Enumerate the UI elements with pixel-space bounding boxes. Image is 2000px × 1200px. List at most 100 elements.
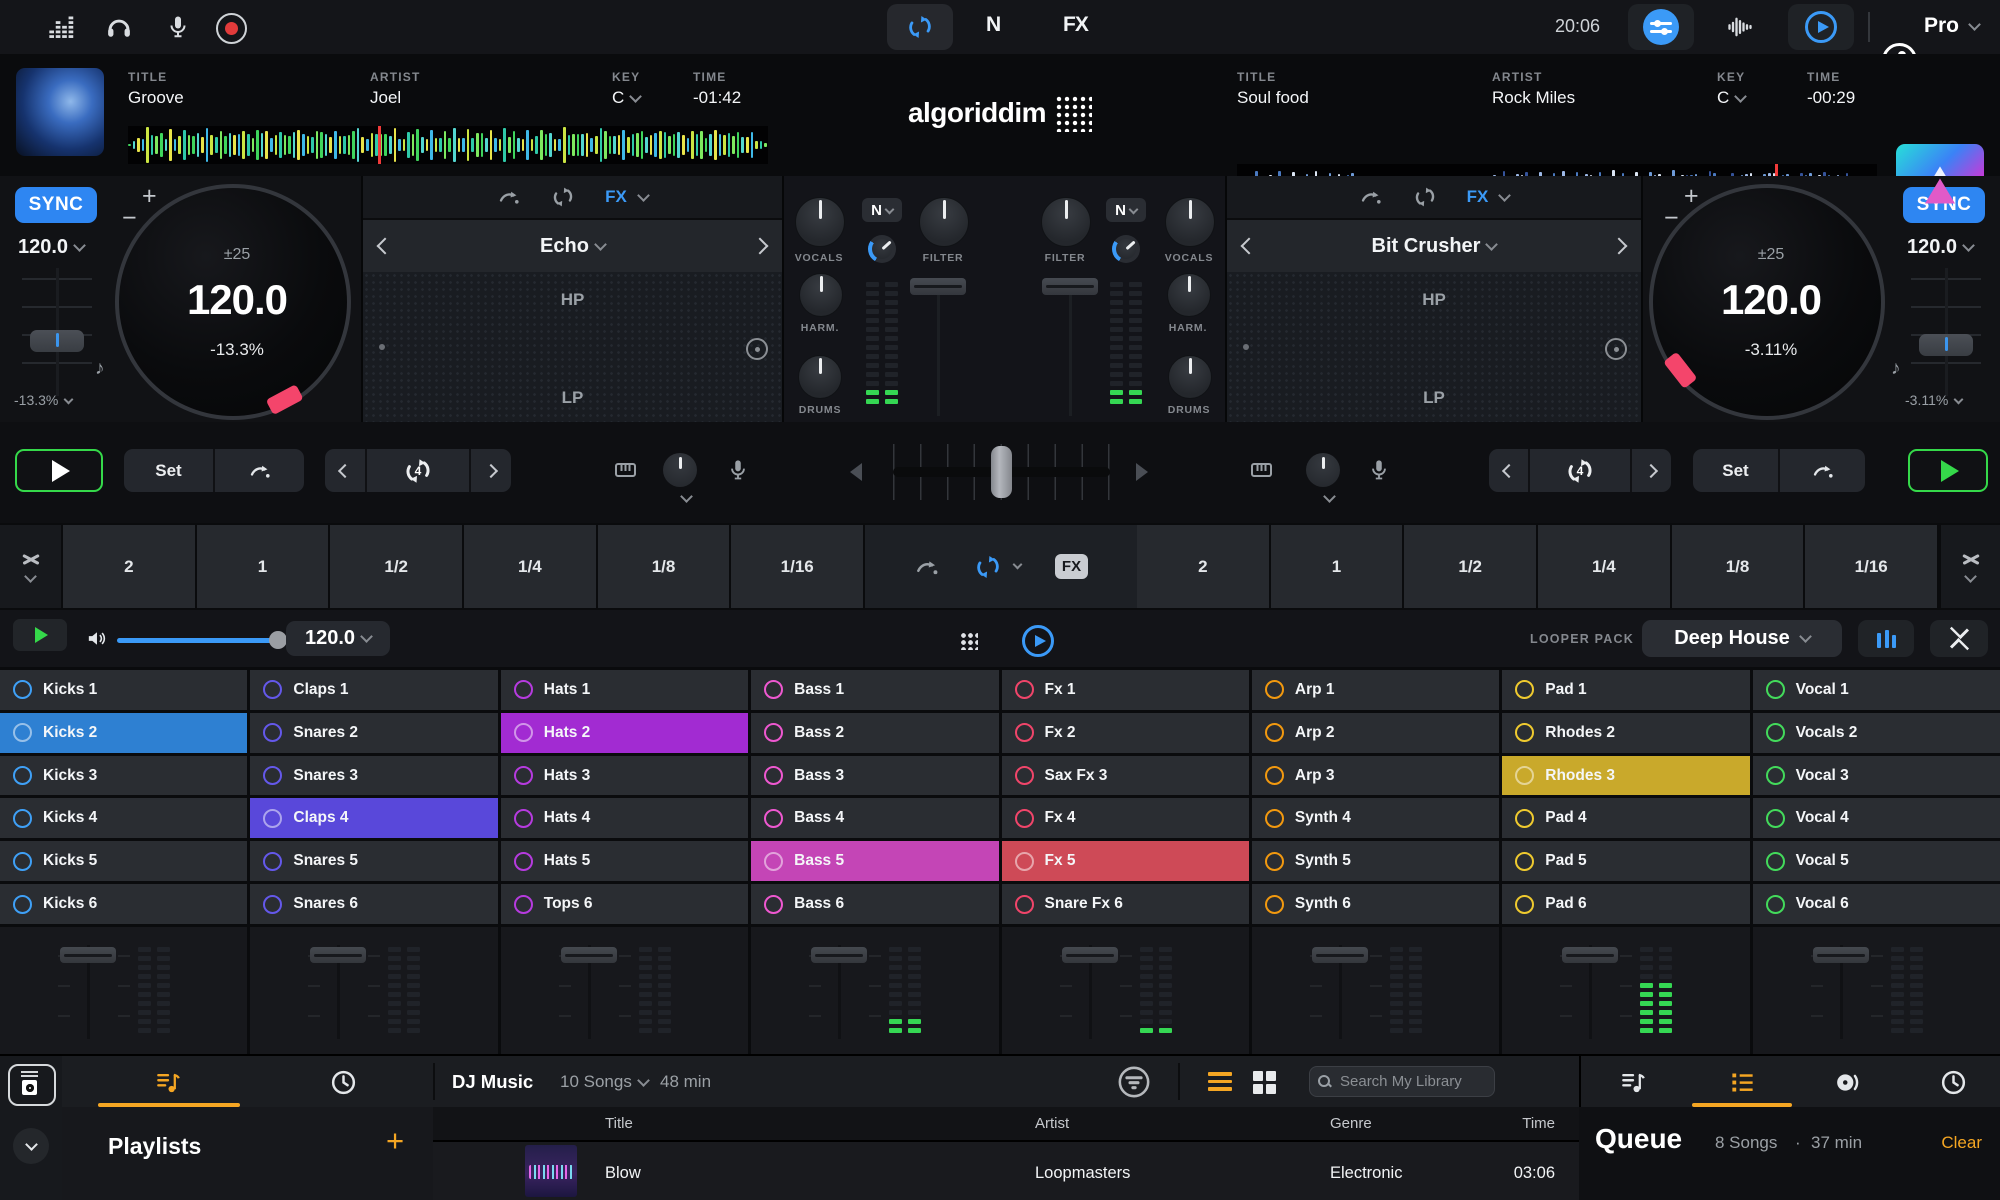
pad-grid-icon[interactable] xyxy=(959,631,978,650)
looper-cell-1-4[interactable]: 1/4 xyxy=(1538,525,1670,608)
deck1-volume-fader[interactable] xyxy=(910,276,966,416)
library-source-title[interactable]: DJ Music xyxy=(452,1071,533,1093)
sampler-pad-arp-1[interactable]: Arp 1 xyxy=(1252,670,1499,710)
column-artist[interactable]: Artist xyxy=(1035,1115,1069,1132)
sampler-pad-claps-1[interactable]: Claps 1 xyxy=(250,670,497,710)
deck2-tempo-slider[interactable] xyxy=(1911,268,1981,396)
sampler-sync-icon[interactable] xyxy=(1022,625,1054,657)
deck1-filter-knob[interactable] xyxy=(919,197,969,247)
sampler-pad-snare-fx-6[interactable]: Snare Fx 6 xyxy=(1002,884,1249,924)
sampler-pad-kicks-1[interactable]: Kicks 1 xyxy=(0,670,247,710)
looper-cell-1-8[interactable]: 1/8 xyxy=(598,525,730,608)
loop-toggle-button[interactable]: 4 xyxy=(367,449,472,492)
deck1-neural-mode-button[interactable]: N xyxy=(862,198,902,222)
looper-cell-1-16[interactable]: 1/16 xyxy=(731,525,863,608)
sampler-pad-vocal-1[interactable]: Vocal 1 xyxy=(1753,670,2000,710)
fx-selector[interactable]: FX xyxy=(1467,187,1510,207)
looper-mode-button[interactable] xyxy=(887,4,953,50)
sampler-pad-claps-4[interactable]: Claps 4 xyxy=(250,798,497,838)
sampler-pad-kicks-2[interactable]: Kicks 2 xyxy=(0,713,247,753)
grid-view-icon[interactable] xyxy=(1253,1071,1276,1094)
deck2-bpm-select[interactable]: 120.0 xyxy=(1907,236,1973,259)
loop-toggle-button[interactable]: 4 xyxy=(1530,449,1632,492)
looper-cell-1-16[interactable]: 1/16 xyxy=(1805,525,1937,608)
deck2-set-cue-button[interactable]: Set xyxy=(1693,449,1780,492)
sampler-pad-sax-fx-3[interactable]: Sax Fx 3 xyxy=(1002,756,1249,796)
sampler-pad-fx-2[interactable]: Fx 2 xyxy=(1002,713,1249,753)
sampler-pad-snares-2[interactable]: Snares 2 xyxy=(250,713,497,753)
neural-mix-button[interactable]: N xyxy=(986,13,1000,37)
tempo-slider-thumb[interactable] xyxy=(1919,334,1973,356)
deck2-jog-wheel[interactable]: ±25 120.0 -3.11% xyxy=(1649,184,1885,420)
deck1-harmonic-knob[interactable] xyxy=(799,273,843,317)
speaker-volume-icon[interactable] xyxy=(85,627,108,650)
channel-fader-handle[interactable] xyxy=(1062,947,1118,963)
fx-mode-button[interactable]: FX xyxy=(1063,13,1088,37)
sampler-pad-kicks-6[interactable]: Kicks 6 xyxy=(0,884,247,924)
channel-fader-handle[interactable] xyxy=(1813,947,1869,963)
looper-cell-2[interactable]: 2 xyxy=(63,525,195,608)
tab-history-clock-icon[interactable] xyxy=(1940,1069,1967,1096)
channel-fader-handle[interactable] xyxy=(561,947,617,963)
sampler-pad-pad-6[interactable]: Pad 6 xyxy=(1502,884,1749,924)
sampler-pad-bass-5[interactable]: Bass 5 xyxy=(751,841,998,881)
fx-selector[interactable]: FX xyxy=(605,187,648,207)
deck2-filter-knob[interactable] xyxy=(1041,197,1091,247)
tab-decks-disc-icon[interactable] xyxy=(1834,1069,1861,1096)
channel-fader-handle[interactable] xyxy=(60,947,116,963)
loop-icon[interactable] xyxy=(551,185,575,209)
sampler-pad-vocal-5[interactable]: Vocal 5 xyxy=(1753,841,2000,881)
sampler-pad-pad-4[interactable]: Pad 4 xyxy=(1502,798,1749,838)
sampler-bpm-select[interactable]: 120.0 xyxy=(286,621,390,656)
deck2-gain-knob[interactable] xyxy=(1306,453,1340,487)
sampler-pad-synth-6[interactable]: Synth 6 xyxy=(1252,884,1499,924)
deck1-play-button[interactable] xyxy=(15,449,103,492)
deck1-jog-wheel[interactable]: ±25 120.0 -13.3% xyxy=(115,184,351,420)
looper-cell-1-4[interactable]: 1/4 xyxy=(464,525,596,608)
waveform-view-icon[interactable] xyxy=(1725,13,1755,41)
list-view-icon[interactable] xyxy=(1208,1072,1232,1091)
deck1-waveform[interactable] xyxy=(128,126,768,164)
pitch-bend-minus[interactable]: − xyxy=(122,204,137,233)
headphones-cue-icon[interactable] xyxy=(104,12,134,41)
tab-playlists-music-icon[interactable] xyxy=(155,1069,182,1096)
deck2-play-button[interactable] xyxy=(1908,449,1988,492)
deck1-sync-button[interactable]: SYNC xyxy=(15,187,97,223)
keyboard-shortcuts-icon[interactable] xyxy=(612,458,639,482)
channel-fader-handle[interactable] xyxy=(310,947,366,963)
microphone-icon[interactable] xyxy=(727,456,749,483)
pitch-bend-minus[interactable]: − xyxy=(1664,204,1679,233)
sampler-pad-synth-5[interactable]: Synth 5 xyxy=(1252,841,1499,881)
looper-left-mode-button[interactable] xyxy=(0,525,61,608)
looper-cell-1-2[interactable]: 1/2 xyxy=(1404,525,1536,608)
sampler-pad-vocal-4[interactable]: Vocal 4 xyxy=(1753,798,2000,838)
sampler-pad-kicks-3[interactable]: Kicks 3 xyxy=(0,756,247,796)
fx-xy-pad[interactable]: HP LP xyxy=(1227,272,1641,422)
add-playlist-button[interactable]: + xyxy=(386,1123,404,1159)
loop-double-button[interactable] xyxy=(1632,449,1671,492)
pitch-bend-plus[interactable]: + xyxy=(142,182,157,211)
deck1-set-cue-button[interactable]: Set xyxy=(124,449,215,492)
channel-fader-handle[interactable] xyxy=(1312,947,1368,963)
sampler-pad-arp-3[interactable]: Arp 3 xyxy=(1252,756,1499,796)
sampler-pad-bass-3[interactable]: Bass 3 xyxy=(751,756,998,796)
deck2-neural-mode-button[interactable]: N xyxy=(1106,198,1146,222)
table-row[interactable]: Blow Loopmasters Electronic 03:06 xyxy=(433,1142,1579,1200)
record-icon[interactable] xyxy=(216,13,247,44)
keylock-note-icon[interactable]: ♪ xyxy=(95,358,105,380)
deck1-drums-knob[interactable] xyxy=(798,355,842,399)
tab-queue-music-icon[interactable] xyxy=(1620,1069,1647,1096)
chevron-down-icon[interactable] xyxy=(680,490,693,503)
deck1-key-field[interactable]: KEY C xyxy=(612,70,640,108)
collapse-panel-button[interactable] xyxy=(1930,620,1988,657)
sampler-pad-vocals-2[interactable]: Vocals 2 xyxy=(1753,713,2000,753)
mixer-settings-button[interactable] xyxy=(1628,4,1694,50)
chevron-down-icon[interactable] xyxy=(1323,490,1336,503)
sampler-pad-pad-5[interactable]: Pad 5 xyxy=(1502,841,1749,881)
automix-button[interactable] xyxy=(1788,4,1854,50)
loop-double-button[interactable] xyxy=(471,449,511,492)
library-song-count[interactable]: 10 Songs xyxy=(560,1072,648,1092)
loop-icon[interactable] xyxy=(1413,185,1437,209)
looper-right-mode-button[interactable] xyxy=(1941,525,2000,608)
looper-cell-1-8[interactable]: 1/8 xyxy=(1672,525,1804,608)
